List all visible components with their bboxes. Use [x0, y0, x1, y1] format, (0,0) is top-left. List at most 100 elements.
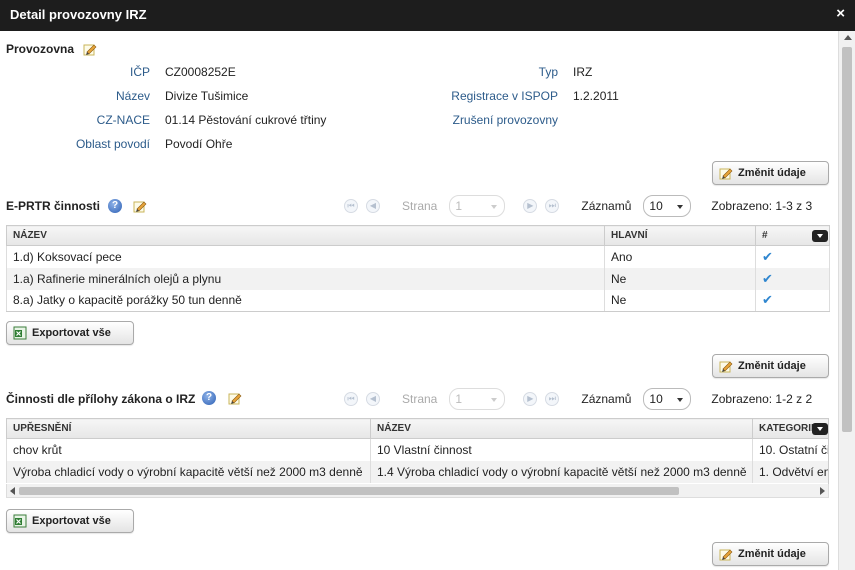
provozovna-change-button[interactable]: Změnit údaje: [712, 161, 829, 185]
change-button-label: Změnit údaje: [738, 548, 806, 560]
column-menu-icon[interactable]: [812, 423, 828, 435]
check-icon: ✔: [762, 270, 773, 286]
page-select[interactable]: 1: [449, 388, 506, 410]
cinnosti-change-button[interactable]: Změnit údaje: [712, 542, 829, 566]
cell-nazev: 1.4 Výroba chladicí vody o výrobní kapac…: [370, 460, 753, 483]
excel-icon: [13, 514, 27, 528]
check-icon: ✔: [762, 248, 773, 264]
check-icon: ✔: [762, 292, 773, 308]
zobrazeno-text: Zobrazeno: 1-2 z 2: [711, 392, 813, 406]
page-size-select[interactable]: 10: [643, 388, 692, 410]
edit-icon: [719, 361, 733, 373]
cell-hlavni: Ne: [604, 267, 756, 290]
registrace-label: Registrace v ISPOP: [451, 89, 558, 103]
horizontal-scrollbar[interactable]: [6, 484, 829, 498]
window-title: Detail provozovny IRZ: [10, 7, 147, 22]
strana-label: Strana: [402, 199, 438, 213]
cinnosti-export-button[interactable]: Exportovat vše: [6, 509, 134, 533]
nazev-value: Divize Tušimice: [165, 89, 249, 103]
next-page-icon[interactable]: ▶: [523, 392, 538, 406]
prev-page-icon[interactable]: ◀: [366, 199, 380, 213]
column-header-nazev[interactable]: NÁZEV: [6, 225, 605, 246]
cell-hlavni: Ano: [604, 245, 756, 268]
change-button-label: Změnit údaje: [738, 167, 806, 179]
table-row[interactable]: 1.a) Rafinerie minerálních olejů a plynu…: [6, 267, 830, 290]
table-row[interactable]: chov krůt 10 Vlastní činnost 10. Ostatní…: [6, 438, 828, 461]
cell-nazev: 1.d) Koksovací pece: [6, 245, 605, 268]
oblast-value: Povodí Ohře: [165, 137, 233, 151]
close-icon[interactable]: ×: [836, 5, 845, 22]
cznace-value: 01.14 Pěstování cukrové třtiny: [165, 113, 327, 127]
prev-page-icon[interactable]: ◀: [366, 392, 380, 406]
page-value: 1: [455, 199, 463, 213]
cinnosti-title: Činnosti dle přílohy zákona o IRZ: [6, 392, 196, 406]
column-menu-icon[interactable]: [812, 230, 828, 242]
change-button-label: Změnit údaje: [738, 360, 806, 372]
scroll-right-icon[interactable]: [820, 487, 825, 495]
cell-upresneni: Výroba chladicí vody o výrobní kapacitě …: [6, 460, 371, 483]
cznace-label: CZ-NACE: [96, 113, 150, 127]
scroll-thumb[interactable]: [19, 487, 679, 495]
eprtr-pager: ⏮ ◀ Strana 1 ▶ ⏭ Záznamů 10 Zobrazeno: 1…: [344, 195, 812, 217]
cinnosti-pager: ⏮ ◀ Strana 1 ▶ ⏭ Záznamů 10 Zobrazeno: 1…: [344, 388, 812, 410]
export-button-label: Exportovat vše: [32, 515, 111, 527]
typ-label: Typ: [538, 65, 558, 79]
eprtr-table: NÁZEV HLAVNÍ # 1.d) Koksovací pece Ano ✔…: [6, 225, 830, 312]
zobrazeno-text: Zobrazeno: 1-3 z 3: [711, 199, 813, 213]
zaznamu-label: Záznamů: [581, 199, 632, 213]
table-row[interactable]: 1.d) Koksovací pece Ano ✔: [6, 245, 830, 268]
vertical-scrollbar[interactable]: [838, 31, 855, 570]
cinnosti-table: UPŘESNĚNÍ NÁZEV KATEGORIE chov krůt 10 V…: [6, 418, 828, 483]
cell-hlavni: Ne: [604, 289, 756, 312]
scroll-up-icon[interactable]: [844, 35, 852, 40]
cell-kategorie: 10. Ostatní činnosti: [752, 438, 828, 461]
column-header-upresneni[interactable]: UPŘESNĚNÍ: [6, 418, 371, 439]
registrace-value: 1.2.2011: [573, 89, 619, 103]
page-size-value: 10: [649, 392, 663, 406]
help-icon[interactable]: ?: [108, 199, 122, 213]
dialog-content: Provozovna IČP CZ0008252E Název Divize T…: [0, 31, 838, 570]
scroll-thumb[interactable]: [842, 47, 852, 432]
edit-icon[interactable]: [228, 391, 242, 405]
table-row[interactable]: 8.a) Jatky o kapacitě porážky 50 tun den…: [6, 289, 830, 312]
cell-upresneni: chov krůt: [6, 438, 371, 461]
cell-nazev: 8.a) Jatky o kapacitě porážky 50 tun den…: [6, 289, 605, 312]
page-size-select[interactable]: 10: [643, 195, 692, 217]
export-button-label: Exportovat vše: [32, 327, 111, 339]
eprtr-title: E-PRTR činnosti: [6, 199, 101, 213]
provozovna-title: Provozovna: [6, 42, 75, 56]
cell-nazev: 10 Vlastní činnost: [370, 438, 753, 461]
scroll-left-icon[interactable]: [10, 487, 15, 495]
window-titlebar: Detail provozovny IRZ ×: [0, 0, 855, 31]
column-header-hlavni[interactable]: HLAVNÍ: [604, 225, 756, 246]
icp-label: IČP: [129, 65, 150, 79]
column-header-nazev[interactable]: NÁZEV: [370, 418, 753, 439]
icp-value: CZ0008252E: [165, 65, 236, 79]
page-value: 1: [455, 392, 463, 406]
page-size-value: 10: [649, 199, 663, 213]
cinnosti-table-viewport: UPŘESNĚNÍ NÁZEV KATEGORIE chov krůt 10 V…: [6, 418, 829, 488]
zaznamu-label: Záznamů: [581, 392, 632, 406]
last-page-icon[interactable]: ⏭: [545, 199, 560, 213]
eprtr-export-button[interactable]: Exportovat vše: [6, 321, 134, 345]
oblast-label: Oblast povodí: [75, 137, 150, 151]
strana-label: Strana: [402, 392, 438, 406]
table-row[interactable]: Výroba chladicí vody o výrobní kapacitě …: [6, 460, 828, 483]
last-page-icon[interactable]: ⏭: [545, 392, 560, 406]
help-icon[interactable]: ?: [202, 391, 216, 405]
excel-icon: [13, 326, 27, 340]
typ-value: IRZ: [573, 65, 593, 79]
first-page-icon[interactable]: ⏮: [344, 392, 358, 406]
next-page-icon[interactable]: ▶: [523, 199, 538, 213]
nazev-label: Název: [115, 89, 150, 103]
eprtr-change-button[interactable]: Změnit údaje: [712, 354, 829, 378]
edit-icon: [719, 168, 733, 180]
cell-nazev: 1.a) Rafinerie minerálních olejů a plynu: [6, 267, 605, 290]
edit-icon[interactable]: [133, 199, 147, 213]
edit-icon: [719, 549, 733, 561]
page-select[interactable]: 1: [449, 195, 506, 217]
cell-kategorie: 1. Odvětví energetiky: [752, 460, 828, 483]
zruseni-label: Zrušení provozovny: [452, 113, 558, 127]
first-page-icon[interactable]: ⏮: [344, 199, 358, 213]
edit-icon[interactable]: [83, 42, 97, 56]
